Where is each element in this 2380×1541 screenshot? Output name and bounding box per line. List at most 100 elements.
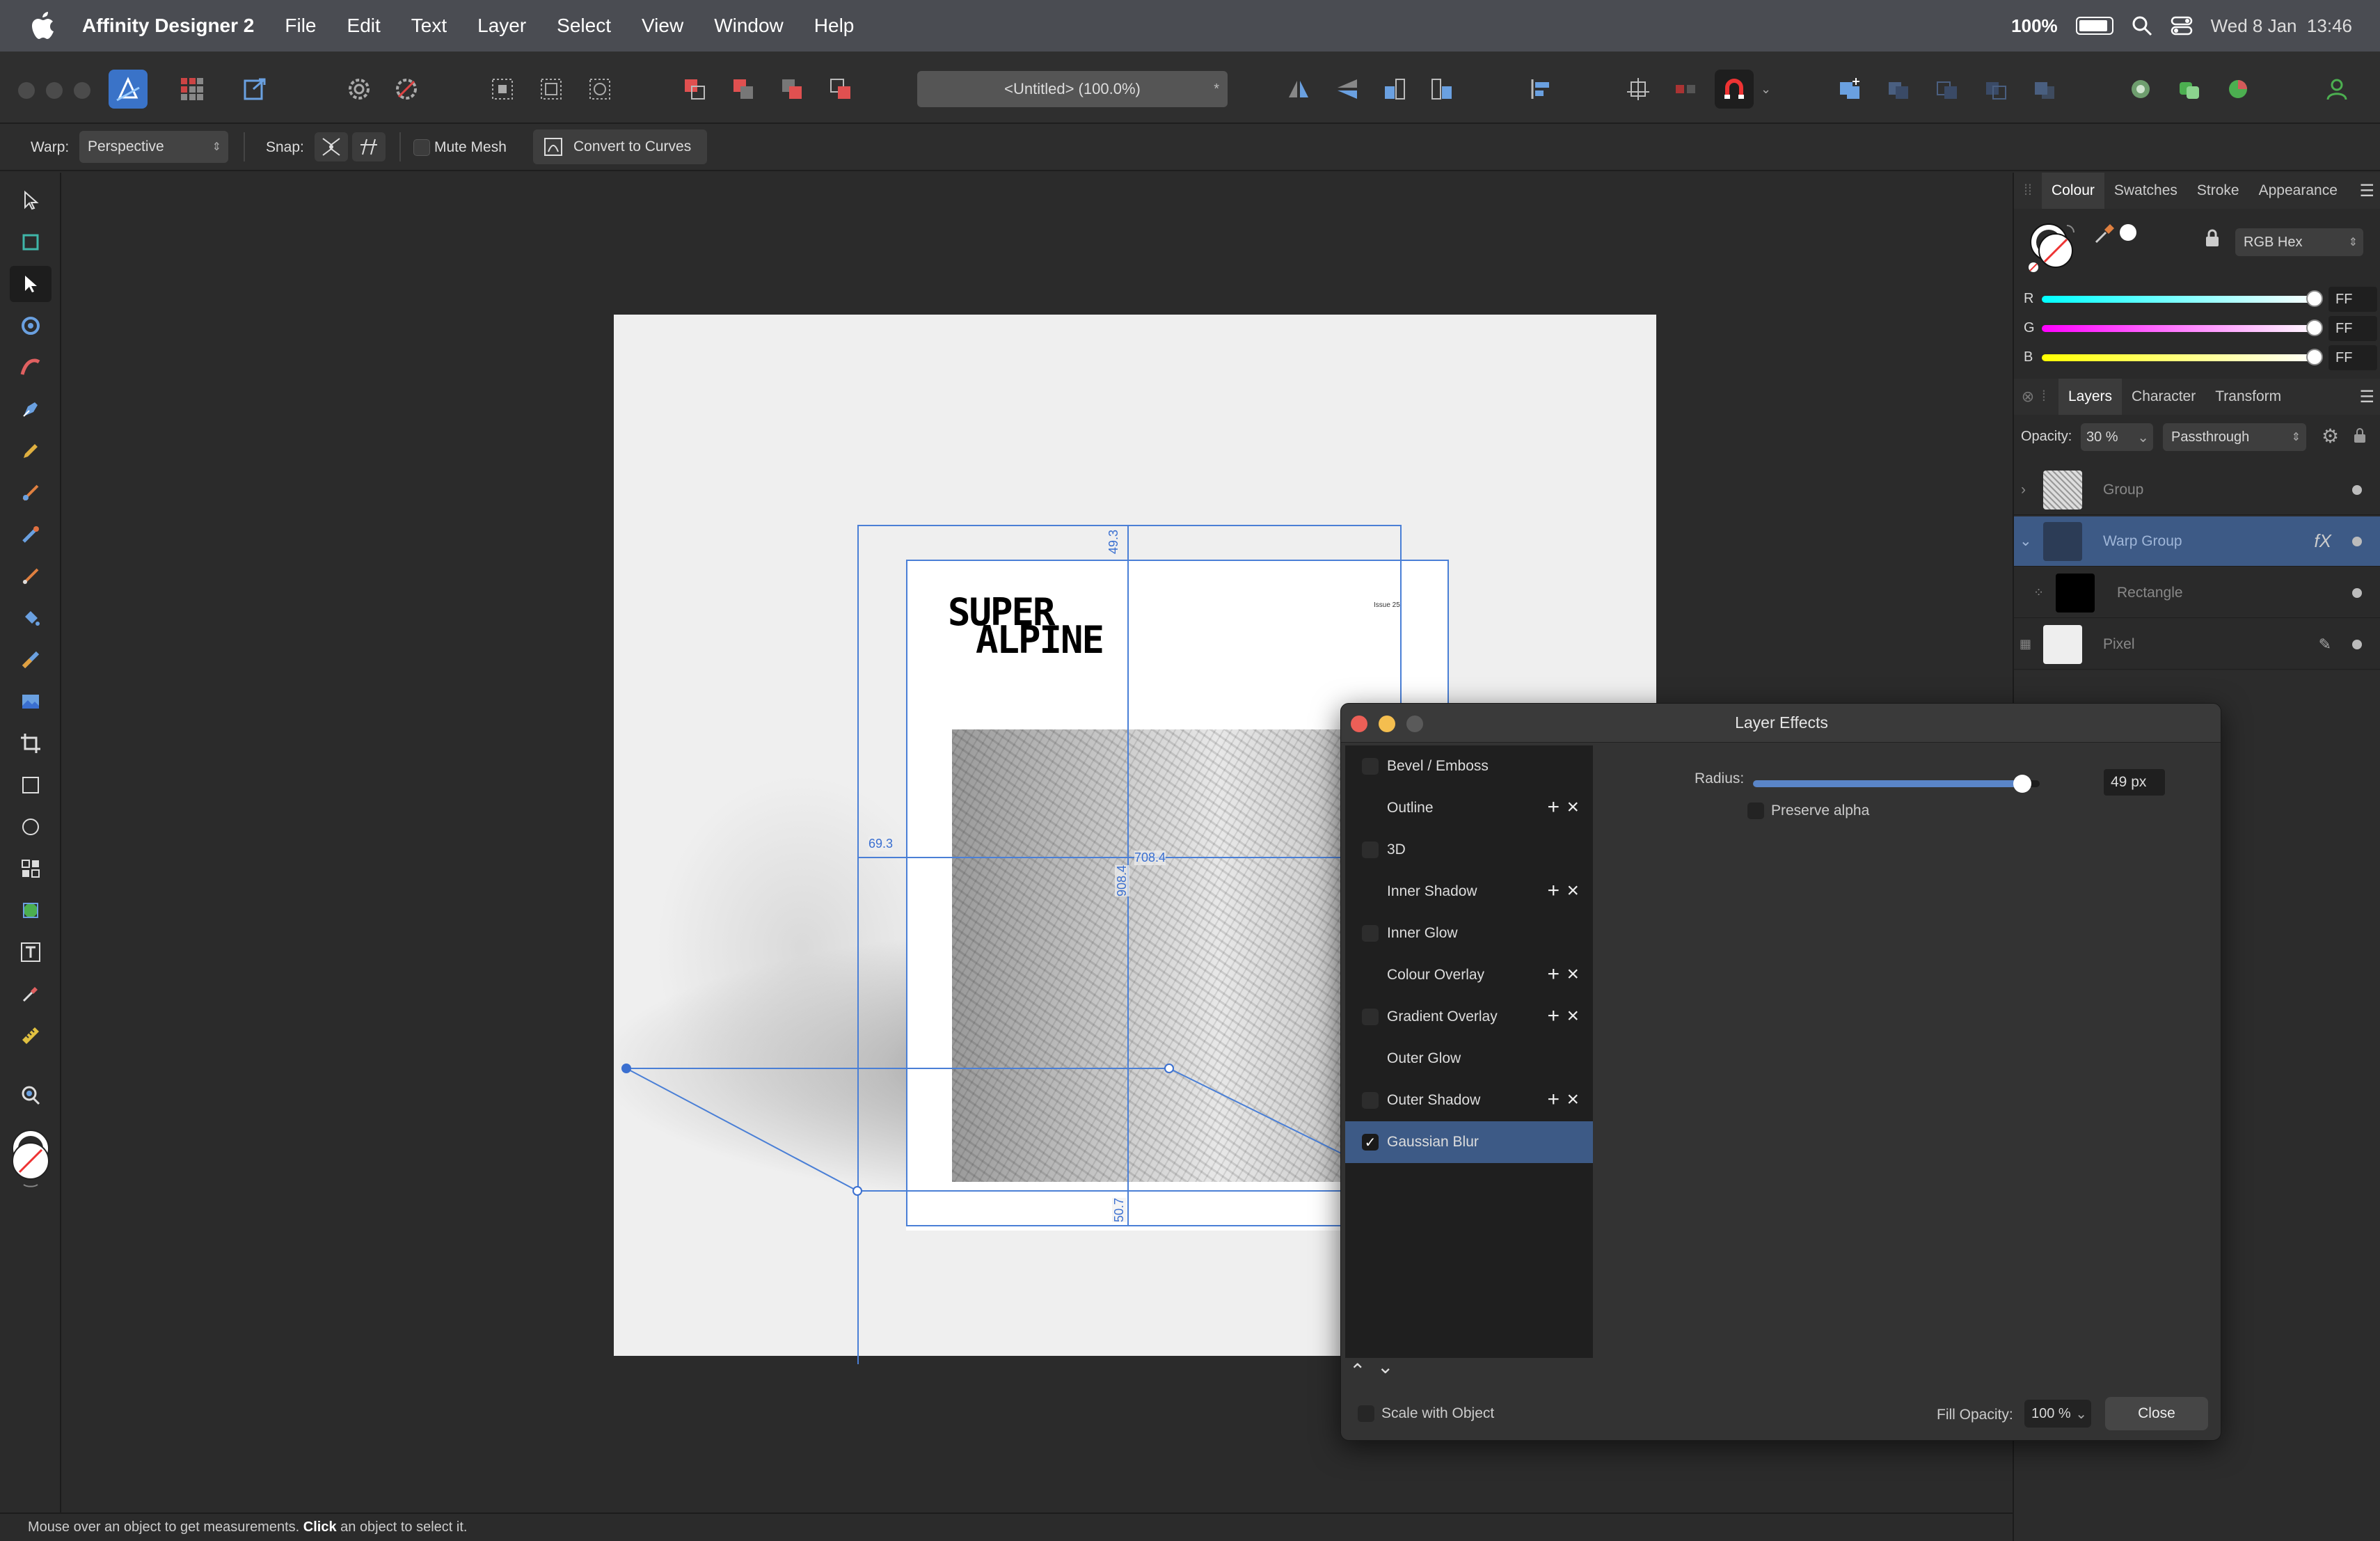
document-title[interactable]: <Untitled> (100.0%) * [917, 71, 1228, 107]
snap-nodes-icon[interactable] [352, 132, 386, 161]
dialog-titlebar[interactable]: Layer Effects [1341, 704, 2221, 743]
radius-slider-knob[interactable] [2013, 775, 2032, 793]
expand-chevron-icon[interactable]: › [2021, 482, 2026, 498]
app-name[interactable]: Affinity Designer 2 [82, 15, 254, 37]
snapping-candidates-icon[interactable] [1666, 70, 1705, 109]
text-tool-icon[interactable] [10, 934, 51, 970]
mute-mesh-checkbox[interactable] [413, 139, 430, 156]
visibility-dot-icon[interactable] [2352, 639, 2362, 649]
add-effect-icon[interactable]: + [1547, 963, 1560, 986]
add-effect-icon[interactable]: + [1547, 879, 1560, 903]
pen-tool-icon[interactable] [10, 391, 51, 427]
effect-colour-overlay[interactable]: Colour Overlay + × [1345, 954, 1593, 996]
layer-row-warp-group[interactable]: ⌄ Warp Group fX [2014, 516, 2380, 567]
settings-gear-icon[interactable] [340, 70, 379, 109]
red-value-field[interactable]: FF [2329, 287, 2377, 312]
transparency-tool-icon[interactable] [10, 642, 51, 678]
flip-horizontal-icon[interactable] [1279, 70, 1318, 109]
snapping-magnet-icon[interactable] [1715, 70, 1754, 109]
boolean-subtract-icon[interactable] [1879, 70, 1918, 109]
ellipse-tool-icon[interactable] [10, 809, 51, 845]
red-slider-knob[interactable] [2306, 290, 2323, 307]
boolean-xor-icon[interactable] [1976, 70, 2015, 109]
effect-checkbox[interactable] [1362, 758, 1379, 775]
zoom-tool-icon[interactable] [10, 1077, 51, 1114]
insert-inside-icon[interactable] [2121, 70, 2160, 109]
effect-checkbox[interactable] [1362, 841, 1379, 858]
tab-layers[interactable]: Layers [2058, 379, 2123, 415]
menu-window[interactable]: Window [714, 15, 784, 37]
effect-checkbox[interactable] [1362, 925, 1379, 942]
apple-icon[interactable] [25, 8, 61, 44]
menu-text[interactable]: Text [411, 15, 447, 37]
rectangle-tool-icon[interactable] [10, 767, 51, 803]
visibility-dot-icon[interactable] [2352, 484, 2362, 495]
layer-row-group[interactable]: › Group [2014, 465, 2380, 515]
radius-slider[interactable] [1753, 780, 2040, 787]
rotate-left-icon[interactable] [1375, 70, 1414, 109]
panel-grip-icon[interactable]: ⁞⁞ [2014, 182, 2042, 199]
insert-top-icon[interactable] [2219, 70, 2258, 109]
artboard-tool-icon[interactable] [10, 224, 51, 260]
blue-slider[interactable] [2042, 354, 2320, 361]
blue-slider-knob[interactable] [2306, 349, 2323, 365]
designer-persona-icon[interactable] [109, 70, 148, 109]
vector-crop-tool-icon[interactable] [10, 892, 51, 928]
close-button[interactable]: Close [2105, 1397, 2208, 1430]
current-colour-dot[interactable] [2120, 224, 2136, 241]
shape-tools-icon[interactable] [10, 851, 51, 887]
collapse-chevron-icon[interactable]: ⌄ [2020, 532, 2032, 550]
move-effect-down-icon[interactable]: ⌄ [1377, 1355, 1393, 1378]
colour-model-select[interactable]: RGB Hex ⇕ [2235, 228, 2363, 256]
battery-icon[interactable] [2075, 17, 2113, 35]
menu-file[interactable]: File [285, 15, 316, 37]
tab-colour[interactable]: Colour [2042, 173, 2104, 209]
menu-layer[interactable]: Layer [477, 15, 526, 37]
green-slider[interactable] [2042, 325, 2320, 332]
visibility-dot-icon[interactable] [2352, 587, 2362, 598]
node-tool-icon[interactable] [10, 266, 51, 302]
effect-checkbox[interactable] [1362, 1009, 1379, 1025]
effect-checkbox[interactable] [1362, 1092, 1379, 1109]
fx-icon[interactable]: fX [2314, 530, 2331, 552]
paint-brush-tool-icon[interactable] [10, 475, 51, 511]
effect-gradient-overlay[interactable]: Gradient Overlay + × [1345, 996, 1593, 1038]
snapping-off-icon[interactable] [387, 70, 426, 109]
control-centre-icon[interactable] [2171, 15, 2193, 36]
panel-menu-icon[interactable]: ☰ [2359, 387, 2374, 407]
effect-checkbox-checked[interactable]: ✓ [1362, 1134, 1379, 1151]
snapping-dropdown-chevron-icon[interactable]: ⌄ [1761, 82, 1771, 97]
eyedropper-icon[interactable] [2093, 221, 2117, 245]
menu-view[interactable]: View [642, 15, 683, 37]
warp-mode-select[interactable]: Perspective ⇕ [79, 131, 228, 163]
add-effect-icon[interactable]: + [1547, 796, 1560, 819]
green-value-field[interactable]: FF [2329, 316, 2377, 341]
lock-icon[interactable] [2205, 228, 2220, 248]
search-icon[interactable] [2132, 15, 2152, 36]
effect-gaussian-blur[interactable]: ✓ Gaussian Blur [1345, 1121, 1593, 1163]
align-icon[interactable] [1521, 70, 1560, 109]
pencil-tool-icon[interactable] [10, 433, 51, 469]
preserve-alpha-checkbox[interactable] [1747, 803, 1764, 819]
vector-brush-tool-icon[interactable] [10, 349, 51, 386]
layer-row-rectangle[interactable]: ⁘ Rectangle [2014, 568, 2380, 618]
effect-outer-shadow[interactable]: Outer Shadow + × [1345, 1080, 1593, 1121]
layer-row-pixel[interactable]: ▦ Pixel ✎ [2014, 619, 2380, 670]
opacity-field[interactable]: 30 % ⌄ [2081, 423, 2153, 451]
warp-handle-center[interactable] [1164, 1064, 1174, 1073]
brush-edit-icon[interactable]: ✎ [2319, 635, 2331, 654]
remove-effect-icon[interactable]: × [1566, 796, 1579, 819]
layer-settings-gear-icon[interactable]: ⚙ [2322, 425, 2339, 448]
add-effect-icon[interactable]: + [1547, 1088, 1560, 1112]
boolean-add-icon[interactable] [1830, 70, 1869, 109]
red-slider[interactable] [2042, 296, 2320, 303]
effect-inner-shadow[interactable]: Inner Shadow + × [1345, 871, 1593, 912]
tab-swatches[interactable]: Swatches [2104, 173, 2187, 209]
rotate-right-icon[interactable] [1422, 70, 1461, 109]
crop-tool-icon[interactable] [10, 725, 51, 761]
green-slider-knob[interactable] [2306, 319, 2323, 336]
transform-origin-icon[interactable] [1619, 70, 1658, 109]
remove-effect-icon[interactable]: × [1566, 879, 1579, 903]
boolean-divide-icon[interactable] [2025, 70, 2064, 109]
panel-close-icon[interactable]: ⊗ [2014, 388, 2042, 406]
